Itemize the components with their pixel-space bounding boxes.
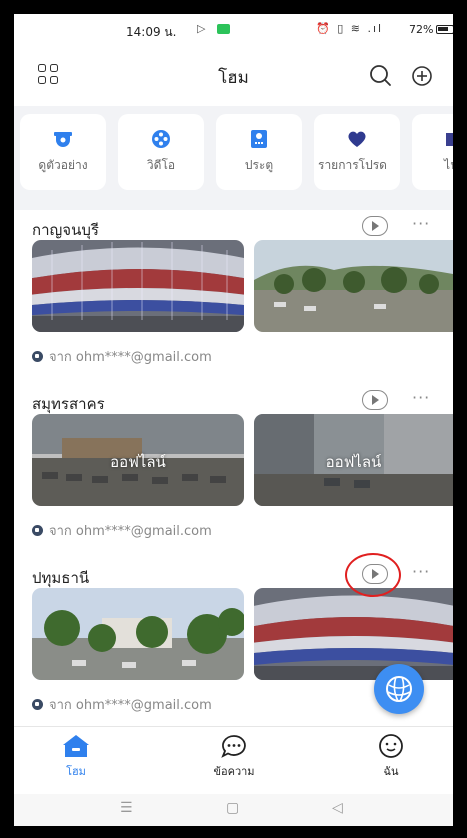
camera-thumbnail[interactable]: ออฟไลน์ xyxy=(254,414,453,506)
add-circle-icon[interactable] xyxy=(408,62,436,90)
camera-thumbnail[interactable] xyxy=(254,240,453,332)
offline-label: ออฟไลน์ xyxy=(110,453,166,471)
bottom-nav: โฮม ข้อความ ฉัน xyxy=(14,726,453,794)
camera-thumbnail[interactable]: ออฟไลน์ xyxy=(32,414,244,506)
camera-group: กาญจนบุรี ··· จาก ohm****@gmail.com xyxy=(14,210,453,386)
play-all-button[interactable] xyxy=(362,216,388,236)
more-options-button[interactable]: ··· xyxy=(412,562,430,581)
system-nav-bar: ☰ ▢ ◁ xyxy=(14,794,453,826)
shared-by: จาก ohm****@gmail.com xyxy=(32,346,212,367)
message-indicator-icon xyxy=(217,24,230,34)
globe-scan-icon xyxy=(386,676,412,702)
shortcut-files[interactable]: ไฟล์ xyxy=(412,114,453,190)
camera-thumbnail[interactable] xyxy=(32,240,244,332)
shortcut-label: ดูตัวอย่าง xyxy=(38,158,88,172)
search-icon[interactable] xyxy=(367,62,395,90)
group-title: ปทุมธานี xyxy=(32,569,90,587)
battery-percent: 72% xyxy=(409,23,434,36)
menu-icon[interactable]: ☰ xyxy=(120,800,133,816)
offline-label: ออฟไลน์ xyxy=(325,453,382,471)
play-icon xyxy=(372,221,379,231)
shortcut-label: ไฟล์ xyxy=(444,158,453,172)
back-triangle-icon[interactable]: ◁ xyxy=(332,800,343,816)
battery-icon xyxy=(436,25,453,34)
shared-by: จาก ohm****@gmail.com xyxy=(32,694,212,715)
shared-by: จาก ohm****@gmail.com xyxy=(32,520,212,541)
home-icon xyxy=(61,733,91,759)
door-lock-icon xyxy=(248,128,270,150)
shortcut-label: ประตู xyxy=(244,158,274,172)
play-all-button[interactable] xyxy=(362,390,388,410)
more-options-button[interactable]: ··· xyxy=(412,388,430,407)
shortcut-row: ดูตัวอย่าง วิดีโอ ประตู รายการโปรด ไฟล์ xyxy=(14,106,453,202)
shortcut-preview[interactable]: ดูตัวอย่าง xyxy=(20,114,106,190)
heart-icon xyxy=(346,128,368,150)
shortcut-label: รายการโปรด xyxy=(318,158,387,172)
shortcut-video[interactable]: วิดีโอ xyxy=(118,114,204,190)
group-title: กาญจนบุรี xyxy=(32,221,99,239)
nav-label: โฮม xyxy=(66,765,86,778)
share-icon xyxy=(32,699,43,710)
shared-by-text: จาก ohm****@gmail.com xyxy=(49,698,212,713)
more-options-button[interactable]: ··· xyxy=(412,214,430,233)
shared-by-text: จาก ohm****@gmail.com xyxy=(49,524,212,539)
system-status-icons: ⏰ ▯ ≋ .ıl xyxy=(316,22,384,35)
nav-label: ฉัน xyxy=(383,765,399,778)
message-bubble-icon xyxy=(219,733,249,759)
nav-me[interactable]: ฉัน xyxy=(351,733,431,780)
nav-messages[interactable]: ข้อความ xyxy=(194,733,274,780)
nav-label: ข้อความ xyxy=(213,765,255,778)
app-header: โฮม xyxy=(14,46,453,106)
home-square-icon[interactable]: ▢ xyxy=(226,800,239,816)
status-bar: 14:09 น. ▷ ⏰ ▯ ≋ .ıl 72% xyxy=(14,14,453,46)
nav-home[interactable]: โฮม xyxy=(36,733,116,780)
floating-scan-button[interactable] xyxy=(374,664,424,714)
video-reel-icon xyxy=(150,128,172,150)
group-title: สมุทรสาคร xyxy=(32,395,105,413)
status-time: 14:09 น. xyxy=(126,25,177,39)
highlight-ring xyxy=(345,553,401,597)
share-icon xyxy=(32,351,43,362)
shared-by-text: จาก ohm****@gmail.com xyxy=(49,350,212,365)
camera-thumbnail[interactable] xyxy=(32,588,244,680)
shortcut-label: วิดีโอ xyxy=(146,158,176,172)
share-icon xyxy=(32,525,43,536)
profile-smile-icon xyxy=(376,733,406,759)
camera-group: สมุทรสาคร ··· ออฟไลน์ ออฟไลน์ จาก ohm***… xyxy=(14,384,453,560)
phone-screen: 14:09 น. ▷ ⏰ ▯ ≋ .ıl 72% โฮม ดูตัวอย่าง xyxy=(14,14,453,826)
folder-icon xyxy=(444,128,453,150)
camera-dome-icon xyxy=(52,128,74,150)
play-indicator-icon: ▷ xyxy=(197,22,206,35)
play-icon xyxy=(372,395,379,405)
shortcut-door[interactable]: ประตู xyxy=(216,114,302,190)
shortcut-favorites[interactable]: รายการโปรด xyxy=(314,114,400,190)
